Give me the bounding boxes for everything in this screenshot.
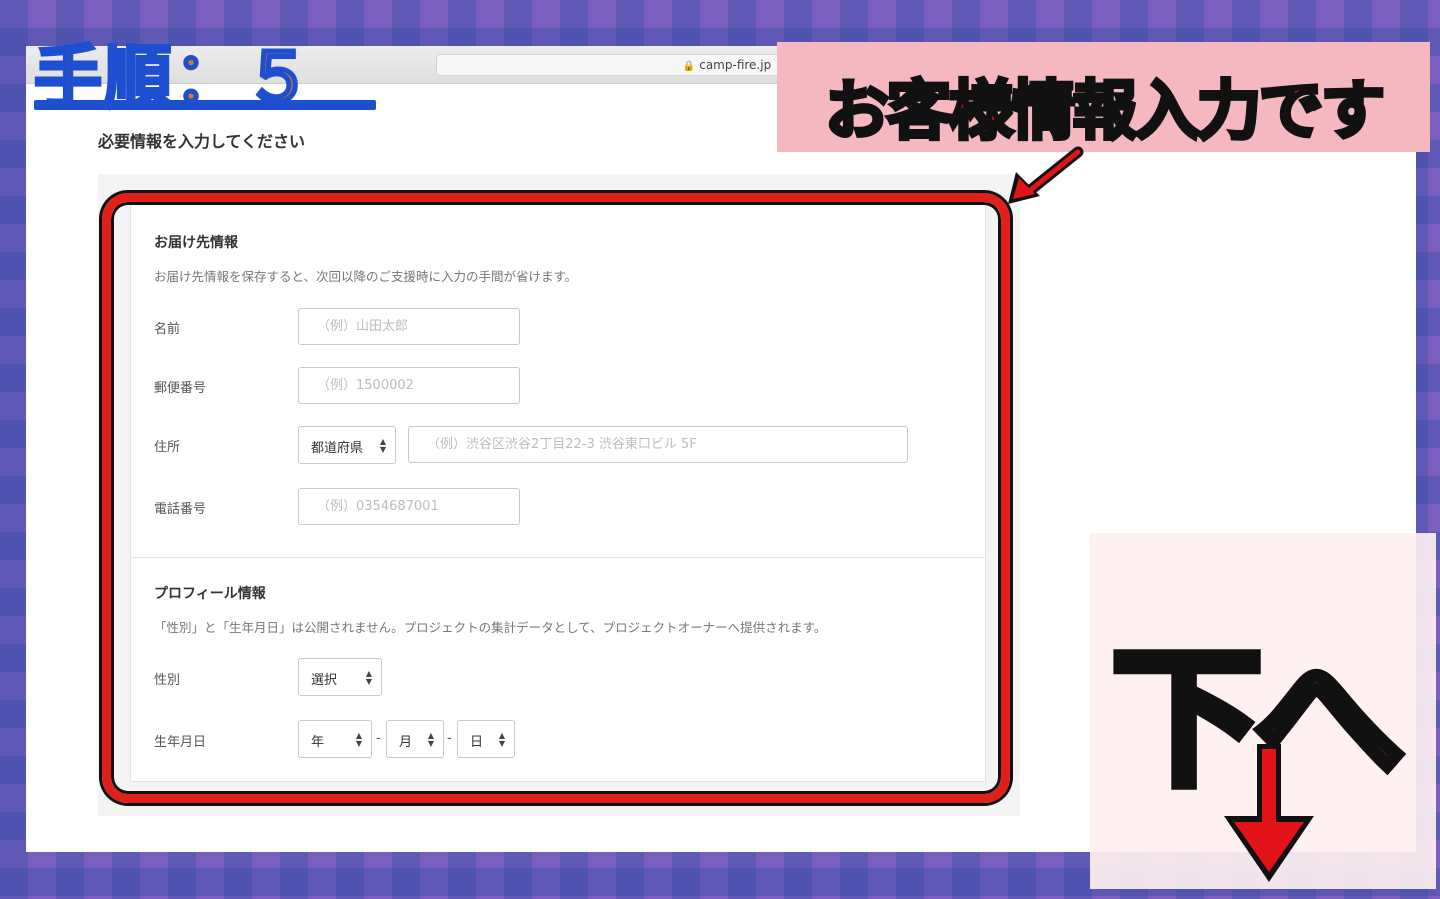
pointer-arrow-icon <box>1008 146 1084 204</box>
step-underline <box>34 100 376 110</box>
highlight-frame <box>102 193 1010 803</box>
banner-text: お客様情報入力です <box>823 73 1387 151</box>
url-value: camp-fire.jp <box>699 58 772 72</box>
page-heading: 必要情報を入力してください <box>98 132 306 151</box>
down-arrow-icon <box>1224 744 1314 882</box>
banner: お客様情報入力です <box>777 42 1430 152</box>
lock-icon: 🔒 <box>682 61 696 72</box>
